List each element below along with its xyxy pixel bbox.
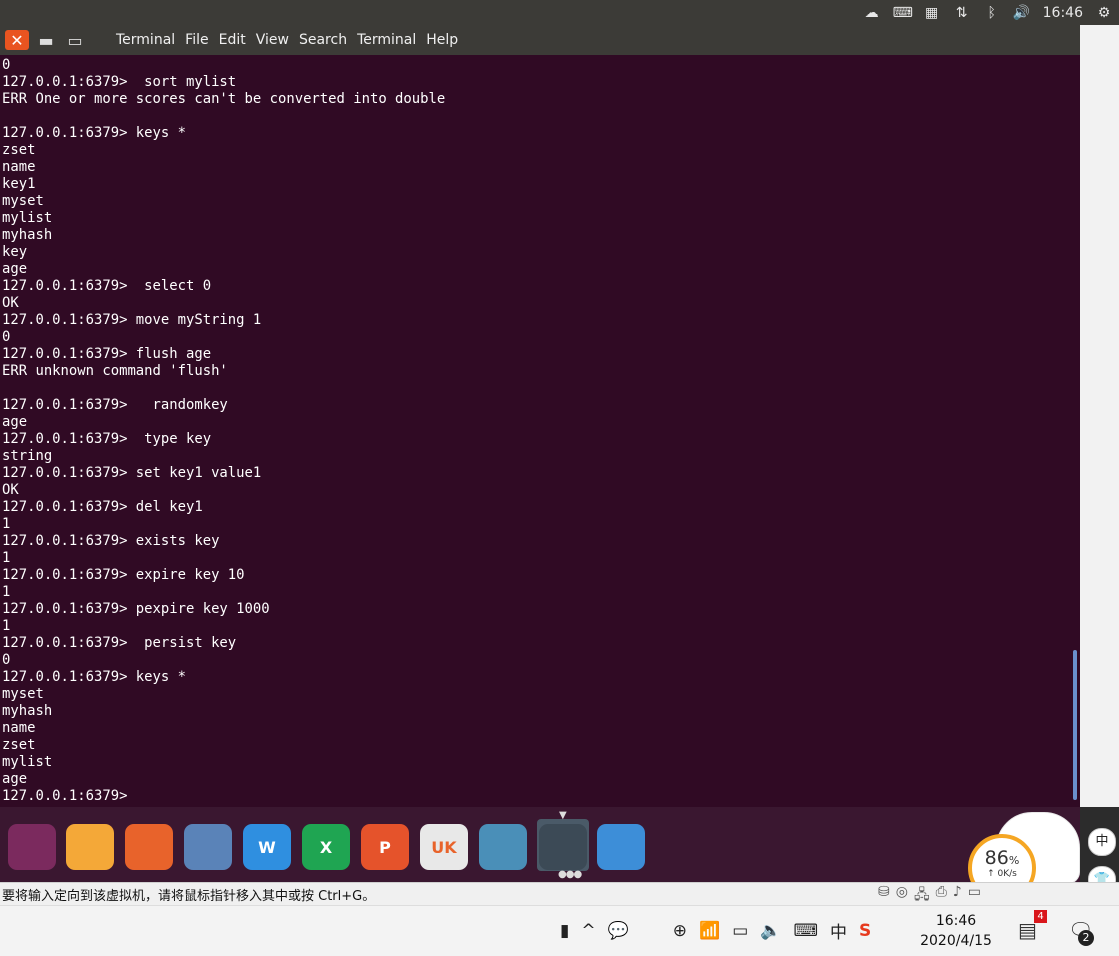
security-guard-icon[interactable]: ⊕ bbox=[673, 921, 687, 941]
weather-icon[interactable]: ☁ bbox=[863, 5, 881, 21]
network-transfer-icon[interactable]: ⇅ bbox=[953, 5, 971, 21]
taskbar-date: 2020/4/15 bbox=[920, 933, 992, 949]
dock: ▼ W X P UK ●●● bbox=[0, 807, 1080, 882]
host-taskbar: ▮ ^ 💬 ⊕ 📶 ▭ 🔈 ⌨ 中 S 16:46 2020/4/15 ▤ 4 … bbox=[0, 905, 1119, 956]
desktop-background-strip bbox=[1080, 25, 1119, 807]
wifi-icon[interactable]: 📶 bbox=[699, 921, 720, 941]
notification-count-badge: 4 bbox=[1034, 910, 1047, 923]
terminal-text[interactable]: 0 127.0.0.1:6379> sort mylist ERR One or… bbox=[0, 55, 1080, 805]
dock-active-indicator-icon: ▼ bbox=[559, 810, 567, 821]
terminal-icon[interactable] bbox=[539, 824, 587, 870]
touch-keyboard-icon[interactable]: ⌨ bbox=[793, 921, 818, 941]
minimize-icon: ▬ bbox=[38, 30, 54, 50]
firefox-icon[interactable] bbox=[125, 824, 173, 870]
upload-speed: ↑ 0K/s bbox=[987, 869, 1017, 879]
menu-terminal[interactable]: Terminal bbox=[352, 32, 421, 48]
battery-icon[interactable]: ▭ bbox=[732, 921, 748, 941]
wechat-icon[interactable]: 💬 bbox=[608, 921, 629, 941]
menu-search[interactable]: Search bbox=[294, 32, 352, 48]
uk-software-center-icon[interactable]: UK bbox=[420, 824, 468, 870]
sogou-input-icon[interactable]: S bbox=[859, 921, 871, 941]
wps-presentation-icon[interactable]: P bbox=[361, 824, 409, 870]
terminal-titlebar: ✕ ▬ ▭ Terminal File Edit View Search Ter… bbox=[0, 25, 1080, 55]
maximize-icon: ▭ bbox=[67, 30, 83, 50]
scrollbar-thumb[interactable] bbox=[1073, 650, 1077, 800]
usb-device-icon[interactable]: ▮ bbox=[560, 921, 569, 941]
wps-spreadsheet-icon[interactable]: X bbox=[302, 824, 350, 870]
input-method-indicator[interactable]: 中 bbox=[830, 918, 847, 943]
minimize-button[interactable]: ▬ bbox=[34, 30, 58, 50]
workspace-switcher-icon[interactable] bbox=[597, 824, 645, 870]
system-tray: ☁ ⌨ ▦ ⇅ ᛒ 🔊 16:46 ⚙ bbox=[863, 0, 1119, 25]
menu-help[interactable]: Help bbox=[421, 32, 463, 48]
menu-bar: Terminal File Edit View Search Terminal … bbox=[111, 32, 463, 48]
system-cleaner-icon[interactable] bbox=[479, 824, 527, 870]
top-panel-clock[interactable]: 16:46 bbox=[1043, 5, 1083, 21]
files-folder-icon[interactable] bbox=[66, 824, 114, 870]
terminal-output[interactable]: 0 127.0.0.1:6379> sort mylist ERR One or… bbox=[0, 55, 1080, 807]
close-button[interactable]: ✕ bbox=[5, 30, 29, 50]
ime-float-button[interactable]: 中 bbox=[1088, 828, 1116, 856]
top-panel: ☁ ⌨ ▦ ⇅ ᛒ 🔊 16:46 ⚙ bbox=[0, 0, 1119, 25]
vm-input-hint: 要将输入定向到该虚拟机，请将鼠标指针移入其中或按 Ctrl+G。 bbox=[2, 889, 376, 904]
menu-terminal-app[interactable]: Terminal bbox=[111, 32, 180, 48]
close-icon: ✕ bbox=[10, 30, 24, 50]
menu-file[interactable]: File bbox=[180, 32, 213, 48]
taskbar-clock[interactable]: 16:46 2020/4/15 bbox=[914, 911, 998, 951]
memory-percent: 86% bbox=[984, 847, 1020, 869]
menu-edit[interactable]: Edit bbox=[214, 32, 251, 48]
chromium-icon[interactable] bbox=[184, 824, 232, 870]
volume-icon[interactable]: 🔊 bbox=[1013, 5, 1031, 21]
maximize-button[interactable]: ▭ bbox=[63, 30, 87, 50]
keyboard-icon[interactable]: ⌨ bbox=[893, 5, 913, 21]
dock-running-dots-icon: ●●● bbox=[558, 869, 582, 880]
taskbar-time: 16:46 bbox=[935, 913, 977, 929]
menu-view[interactable]: View bbox=[251, 32, 294, 48]
calendar-icon[interactable]: ▦ bbox=[923, 5, 941, 21]
speaker-icon[interactable]: 🔈 bbox=[760, 921, 781, 941]
settings-gear-icon[interactable]: ⚙ bbox=[1095, 5, 1113, 21]
wps-writer-icon[interactable]: W bbox=[243, 824, 291, 870]
action-center-count-badge: 2 bbox=[1078, 930, 1094, 946]
taskbar-tray: ▮ ^ 💬 ⊕ 📶 ▭ 🔈 ⌨ 中 S bbox=[560, 918, 871, 944]
bluetooth-icon[interactable]: ᛒ bbox=[983, 5, 1001, 21]
show-hidden-icons-chevron-icon[interactable]: ^ bbox=[581, 921, 595, 941]
terminal-scrollbar[interactable] bbox=[1070, 55, 1080, 807]
ubuntu-logo-icon[interactable] bbox=[8, 824, 56, 870]
vm-status-bar: 要将输入定向到该虚拟机，请将鼠标指针移入其中或按 Ctrl+G。 ⛁ ◎ 🖧 ⎙… bbox=[0, 882, 1119, 905]
